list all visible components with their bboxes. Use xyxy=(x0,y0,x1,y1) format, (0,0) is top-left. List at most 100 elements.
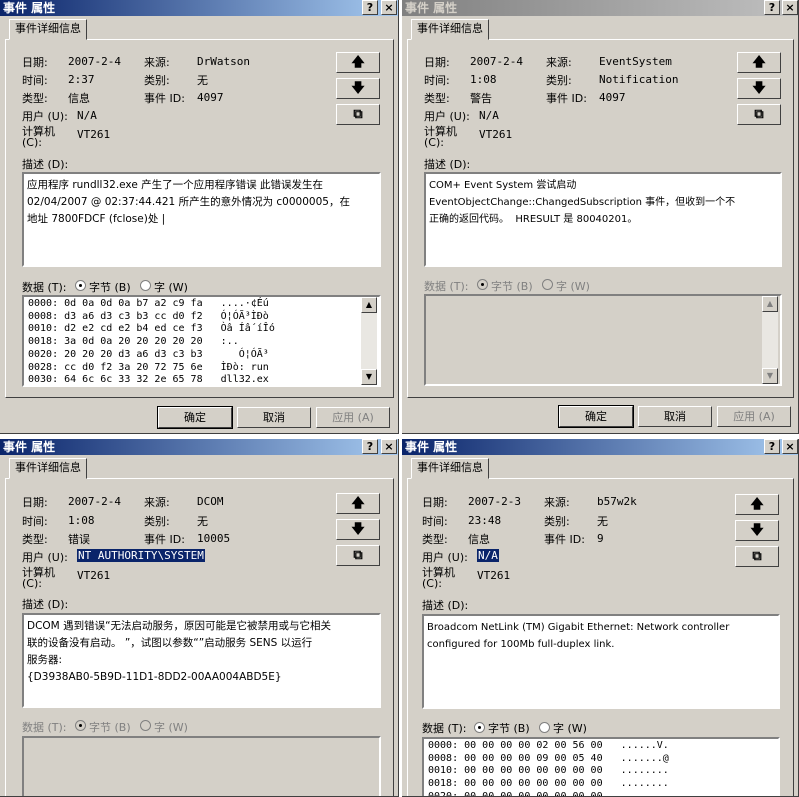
type-label: 类型: xyxy=(422,533,448,546)
copy-button[interactable]: ⧉ xyxy=(336,545,380,566)
words-radio[interactable] xyxy=(140,280,151,291)
window-title: 事件 属性 xyxy=(405,1,458,15)
event-id-value: 10005 xyxy=(197,532,231,545)
hex-data-box[interactable]: 0000: 00 00 00 00 02 00 56 00 ......V. 0… xyxy=(422,737,780,796)
close-icon[interactable]: × xyxy=(381,439,397,454)
copy-button[interactable]: ⧉ xyxy=(336,104,380,125)
cancel-button[interactable]: 取消 xyxy=(638,406,712,427)
event-id-label: 事件 ID: xyxy=(546,92,587,105)
tab-event-details[interactable]: 事件详细信息 xyxy=(9,19,87,40)
apply-button: 应用 (A) xyxy=(316,407,390,428)
help-icon[interactable]: ? xyxy=(362,439,378,454)
title-bar: 事件 属性 xyxy=(402,439,798,455)
previous-event-button[interactable]: 🡅 xyxy=(735,494,779,515)
description-box[interactable]: DCOM 遇到错误“无法启动服务，原因可能是它被禁用或与它相关 联的设备没有启动… xyxy=(22,613,381,708)
previous-event-button[interactable]: 🡅 xyxy=(336,493,380,514)
arrow-down-icon: 🡇 xyxy=(752,81,766,96)
hex-scrollbar[interactable]: ▲ ▼ xyxy=(361,297,377,385)
source-value: DrWatson xyxy=(197,55,250,68)
bytes-radio xyxy=(75,720,86,731)
ok-button[interactable]: 确定 xyxy=(558,405,634,428)
source-label: 来源: xyxy=(144,496,170,509)
arrow-down-icon: 🡇 xyxy=(351,522,365,537)
hex-data-box xyxy=(22,736,381,796)
window-title: 事件 属性 xyxy=(405,440,458,454)
date-label: 日期: xyxy=(424,56,450,69)
computer-value: VT261 xyxy=(479,128,513,141)
next-event-button[interactable]: 🡇 xyxy=(737,78,781,99)
next-event-button[interactable]: 🡇 xyxy=(735,520,779,541)
ok-button[interactable]: 确定 xyxy=(157,406,233,429)
help-icon[interactable]: ? xyxy=(764,439,780,454)
scroll-up-icon: ▲ xyxy=(762,296,778,312)
type-label: 类型: xyxy=(22,92,48,105)
arrow-up-icon: 🡅 xyxy=(351,496,365,511)
time-label: 时间: xyxy=(22,74,48,87)
description-box[interactable]: 应用程序 rundll32.exe 产生了一个应用程序错误 此错误发生在 02/… xyxy=(22,172,381,267)
cancel-button[interactable]: 取消 xyxy=(237,407,311,428)
type-label: 类型: xyxy=(424,92,450,105)
event-properties-dialog-4: 事件 属性 ? × 事件详细信息 日期: 2007-2-3 来源: b57w2k… xyxy=(402,439,799,797)
computer-label: 计算机 (C): xyxy=(22,125,55,149)
source-label: 来源: xyxy=(546,56,572,69)
words-radio-label: 字 (W) xyxy=(556,280,590,293)
previous-event-button[interactable]: 🡅 xyxy=(336,52,380,73)
help-icon[interactable]: ? xyxy=(764,0,780,15)
window-title: 事件 属性 xyxy=(3,440,56,454)
close-icon[interactable]: × xyxy=(782,0,798,15)
next-event-button[interactable]: 🡇 xyxy=(336,519,380,540)
time-value: 1:08 xyxy=(68,514,95,527)
hex-scrollbar: ▲ ▼ xyxy=(762,296,778,384)
time-value: 2:37 xyxy=(68,73,95,86)
hex-data-box[interactable]: 0000: 0d 0a 0d 0a b7 a2 c9 fa ....·¢Éú 0… xyxy=(22,295,381,387)
arrow-up-icon: 🡅 xyxy=(750,497,764,512)
event-properties-dialog-2: 事件 属性 ? × 事件详细信息 日期: 2007-2-4 来源: EventS… xyxy=(402,0,799,434)
category-label: 类别: xyxy=(546,74,572,87)
computer-label: 计算机 (C): xyxy=(422,566,455,590)
close-icon[interactable]: × xyxy=(381,0,397,15)
tab-event-details[interactable]: 事件详细信息 xyxy=(411,458,489,479)
copy-button[interactable]: ⧉ xyxy=(735,546,779,567)
copy-icon: ⧉ xyxy=(752,549,762,564)
event-id-value: 9 xyxy=(597,532,604,545)
computer-value: VT261 xyxy=(77,569,111,582)
words-radio[interactable] xyxy=(539,722,550,733)
user-value[interactable]: NT AUTHORITY\SYSTEM xyxy=(77,549,205,562)
user-value[interactable]: N/A xyxy=(477,549,499,562)
tab-event-details[interactable]: 事件详细信息 xyxy=(411,19,489,40)
copy-icon: ⧉ xyxy=(754,107,764,122)
words-radio-label: 字 (W) xyxy=(553,722,587,735)
scroll-down-icon[interactable]: ▼ xyxy=(361,369,377,385)
source-label: 来源: xyxy=(544,496,570,509)
description-box[interactable]: Broadcom NetLink (TM) Gigabit Ethernet: … xyxy=(422,614,780,709)
event-id-label: 事件 ID: xyxy=(144,533,185,546)
scroll-up-icon[interactable]: ▲ xyxy=(361,297,377,313)
user-value: N/A xyxy=(479,109,499,122)
time-value: 23:48 xyxy=(468,514,502,527)
tab-event-details[interactable]: 事件详细信息 xyxy=(9,458,87,479)
event-id-value: 4097 xyxy=(599,91,626,104)
description-box[interactable]: COM+ Event System 尝试启动 EventObjectChange… xyxy=(424,172,782,267)
data-label: 数据 (T): xyxy=(22,281,67,294)
next-event-button[interactable]: 🡇 xyxy=(336,78,380,99)
bytes-radio[interactable] xyxy=(75,280,86,291)
source-value: b57w2k xyxy=(597,495,637,508)
help-icon[interactable]: ? xyxy=(362,0,378,15)
words-radio-label: 字 (W) xyxy=(154,721,188,734)
date-label: 日期: xyxy=(22,56,48,69)
date-value: 2007-2-4 xyxy=(470,55,523,68)
window-title: 事件 属性 xyxy=(3,1,56,15)
close-icon[interactable]: × xyxy=(782,439,798,454)
bytes-radio[interactable] xyxy=(474,722,485,733)
words-radio-label: 字 (W) xyxy=(154,281,188,294)
description-label: 描述 (D): xyxy=(424,158,471,171)
category-value: 无 xyxy=(597,515,608,528)
bytes-radio xyxy=(477,279,488,290)
data-label: 数据 (T): xyxy=(422,722,467,735)
event-properties-dialog-3: 事件 属性 ? × 事件详细信息 日期: 2007-2-4 来源: DCOM 时… xyxy=(0,439,399,797)
user-label: 用户 (U): xyxy=(422,551,468,564)
copy-button[interactable]: ⧉ xyxy=(737,104,781,125)
previous-event-button[interactable]: 🡅 xyxy=(737,52,781,73)
description-label: 描述 (D): xyxy=(22,158,69,171)
date-label: 日期: xyxy=(422,496,448,509)
